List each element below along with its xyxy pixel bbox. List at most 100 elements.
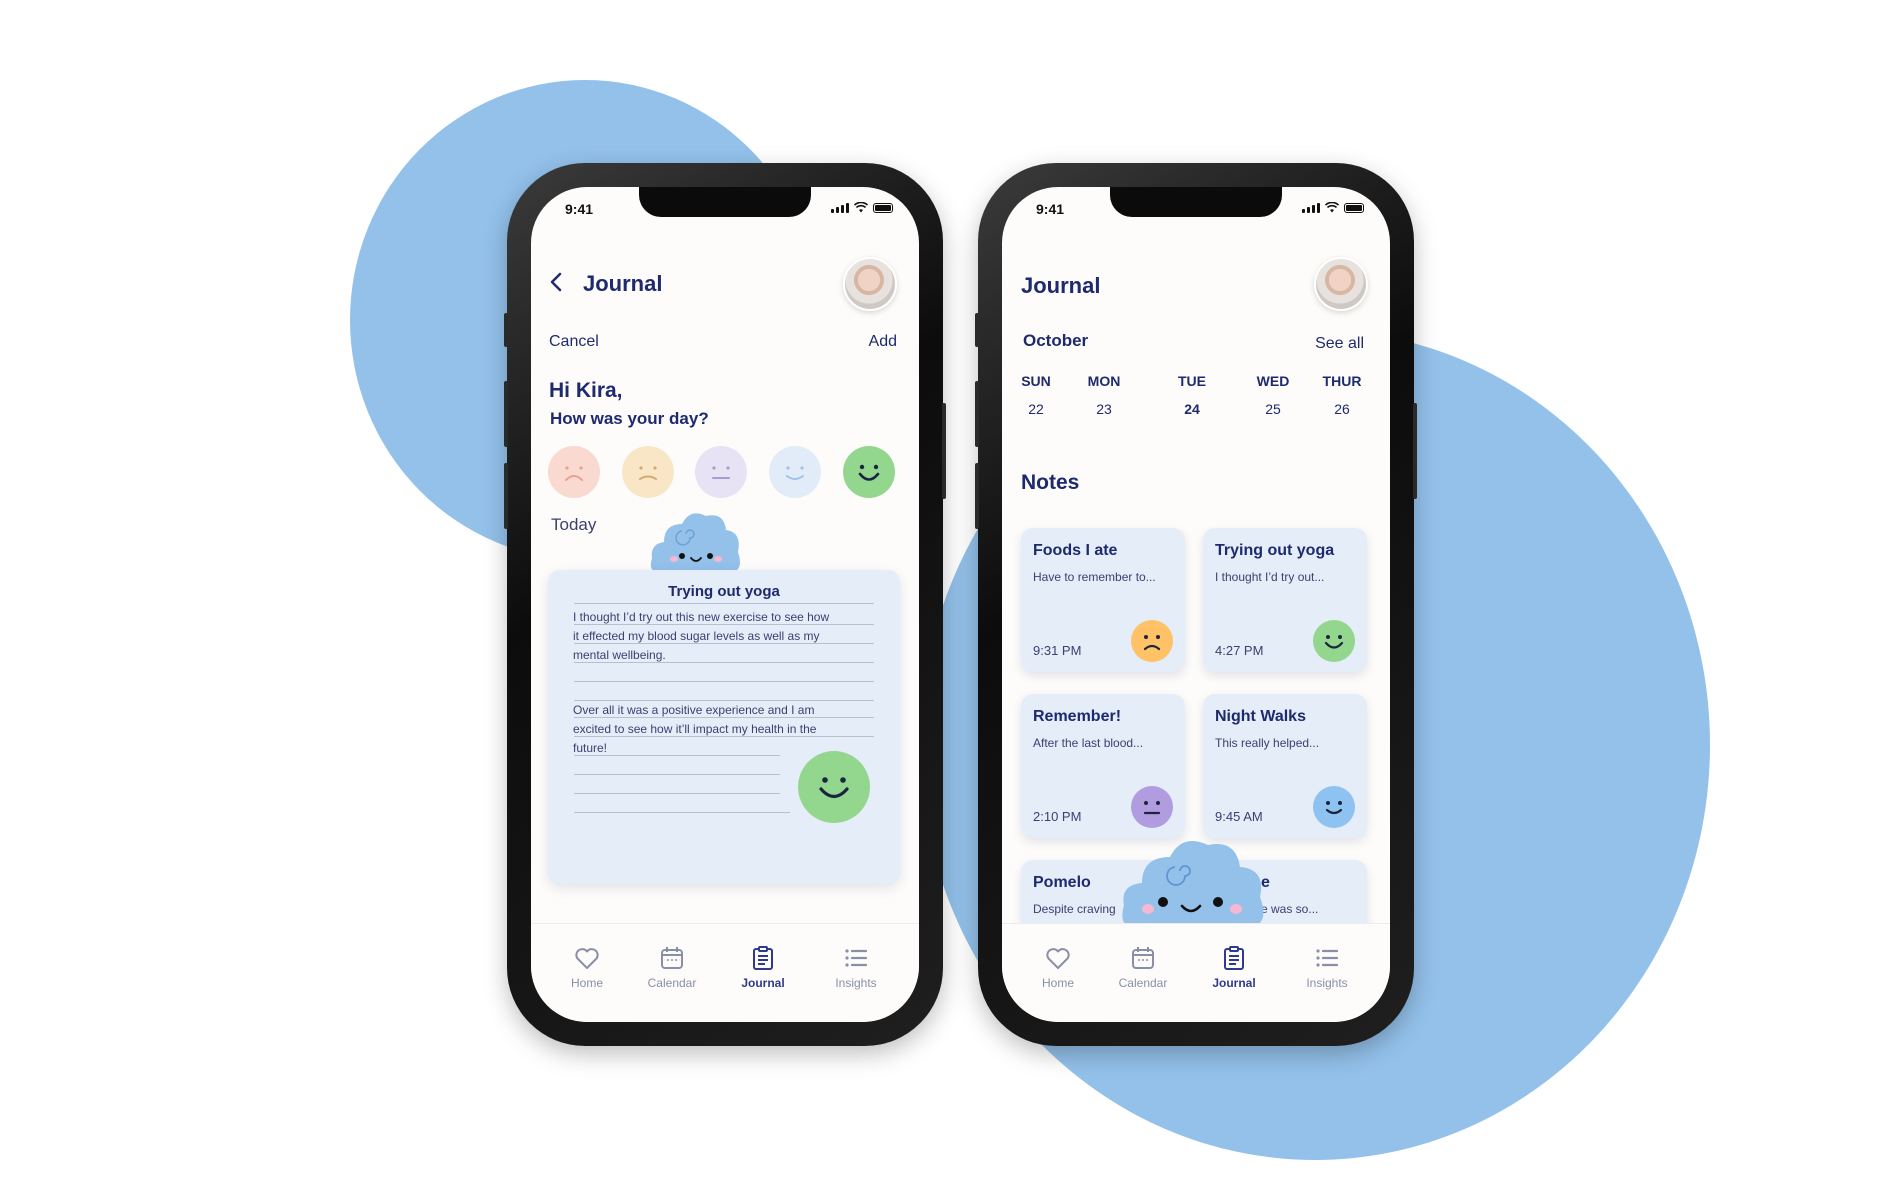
note-time: 9:45 AM [1215, 809, 1263, 824]
add-button[interactable]: Add [869, 333, 897, 351]
heart-icon [575, 948, 599, 969]
entry-line: it effected my blood sugar levels as wel… [573, 629, 820, 643]
power-button [942, 403, 946, 499]
notes-title: Notes [1021, 471, 1080, 494]
note-snippet: After the last blood... [1033, 736, 1144, 750]
note-card[interactable]: Remember! After the last blood... 2:10 P… [1021, 694, 1185, 838]
tab-label: Home [1041, 976, 1074, 990]
tab-label: Calendar [647, 976, 697, 990]
tab-calendar[interactable]: Calendar [1103, 944, 1183, 990]
tab-home[interactable]: Home [547, 944, 627, 990]
calm-face-icon[interactable] [769, 446, 821, 498]
entry-line: I thought I’d try out this new exercise … [573, 610, 830, 624]
signal-icon [1302, 203, 1320, 213]
avatar[interactable] [843, 257, 897, 311]
tab-label: Insights [1306, 976, 1348, 990]
volume-up-button [504, 381, 508, 447]
note-card[interactable]: Foods I ate Have to remember to... 9:31 … [1021, 528, 1185, 672]
calm-face-icon [1313, 786, 1355, 828]
neutral-face-icon [1131, 786, 1173, 828]
entry-line: future! [573, 741, 608, 755]
see-all-link[interactable]: See all [1315, 335, 1364, 353]
day-date: 24 [1184, 401, 1200, 417]
calendar-day-mon[interactable]: MON 23 [1076, 373, 1132, 417]
happy-face-icon [1313, 620, 1355, 662]
note-card[interactable]: Trying out yoga I thought I’d try out...… [1203, 528, 1367, 672]
neutral-face-icon[interactable] [695, 446, 747, 498]
note-time: 9:31 PM [1033, 643, 1082, 658]
tab-journal[interactable]: Journal [723, 944, 803, 990]
avatar[interactable] [1314, 257, 1368, 311]
notch [639, 187, 811, 217]
tab-label: Calendar [1118, 976, 1168, 990]
wifi-icon [854, 202, 868, 213]
page-title: Journal [583, 271, 663, 296]
wifi-icon [1325, 202, 1339, 213]
clipboard-icon [1224, 946, 1244, 970]
note-snippet: Have to remember to... [1033, 570, 1156, 584]
battery-icon [1344, 203, 1364, 213]
tab-label: Home [570, 976, 603, 990]
volume-up-button [975, 381, 979, 447]
note-time: 2:10 PM [1033, 809, 1082, 824]
tab-calendar[interactable]: Calendar [632, 944, 712, 990]
signal-icon [831, 203, 849, 213]
day-name: THUR [1322, 373, 1362, 389]
note-title: Foods I ate [1033, 542, 1118, 559]
calendar-day-sun[interactable]: SUN 22 [1008, 373, 1064, 417]
note-title: Trying out yoga [1215, 542, 1335, 559]
entry-line: excited to see how it’ll impact my healt… [573, 722, 817, 736]
volume-down-button [975, 463, 979, 529]
happy-face-icon[interactable] [843, 446, 895, 498]
cloud-mascot-icon [1122, 841, 1264, 927]
power-button [1413, 403, 1417, 499]
tab-label: Journal [741, 976, 785, 990]
section-label: Today [551, 515, 597, 534]
entry-mood-happy-face-icon [798, 751, 870, 823]
calendar-day-tue-selected[interactable]: TUE 24 [1158, 359, 1226, 427]
day-name: SUN [1021, 373, 1051, 389]
tab-label: Journal [1212, 976, 1256, 990]
back-chevron-icon[interactable] [549, 272, 563, 292]
sad-face-icon [1131, 620, 1173, 662]
sad-face-icon[interactable] [622, 446, 674, 498]
phone-journal-notes: 9:41 Journal October See all SUN 22 MON … [975, 163, 1417, 1046]
tab-label: Insights [835, 976, 877, 990]
list-icon [845, 949, 868, 967]
battery-icon [873, 203, 893, 213]
note-snippet: Despite craving [1033, 902, 1116, 916]
note-title: Remember! [1033, 708, 1122, 725]
tab-bar: Home Calendar Journal Insights [531, 923, 919, 1022]
calendar-day-wed[interactable]: WED 25 [1245, 373, 1301, 417]
entry-title: Trying out yoga [668, 583, 780, 600]
screen: 9:41 Journal Cancel Add Hi Kira, How was… [531, 187, 919, 1022]
mute-switch [975, 313, 979, 347]
tab-journal[interactable]: Journal [1194, 944, 1274, 990]
journal-entry-card[interactable]: Trying out yoga I thought I’d try out th… [548, 570, 900, 884]
very-sad-face-icon[interactable] [548, 446, 600, 498]
tab-home[interactable]: Home [1018, 944, 1098, 990]
day-date: 26 [1334, 401, 1350, 417]
cancel-button[interactable]: Cancel [549, 333, 599, 351]
clipboard-icon [753, 946, 773, 970]
volume-down-button [504, 463, 508, 529]
entry-line: Over all it was a positive experience an… [573, 703, 815, 717]
screen: 9:41 Journal October See all SUN 22 MON … [1002, 187, 1390, 1022]
greeting-question: How was your day? [550, 409, 709, 428]
note-time: 4:27 PM [1215, 643, 1264, 658]
note-card[interactable]: Night Walks This really helped... 9:45 A… [1203, 694, 1367, 838]
day-date: 23 [1096, 401, 1112, 417]
entry-line: mental wellbeing. [573, 648, 666, 662]
calendar-icon [1132, 947, 1154, 969]
note-snippet: I thought I’d try out... [1215, 570, 1325, 584]
tab-insights[interactable]: Insights [816, 944, 896, 990]
tab-insights[interactable]: Insights [1287, 944, 1367, 990]
note-snippet: This really helped... [1215, 736, 1320, 750]
phone-journal-entry: 9:41 Journal Cancel Add Hi Kira, How was… [504, 163, 946, 1046]
calendar-day-thur[interactable]: THUR 26 [1314, 373, 1370, 417]
calendar-month: October [1023, 331, 1089, 350]
day-name: TUE [1178, 373, 1206, 389]
page-title: Journal [1021, 273, 1101, 298]
status-time: 9:41 [1036, 201, 1065, 217]
tab-bar: Home Calendar Journal Insights [1002, 923, 1390, 1022]
